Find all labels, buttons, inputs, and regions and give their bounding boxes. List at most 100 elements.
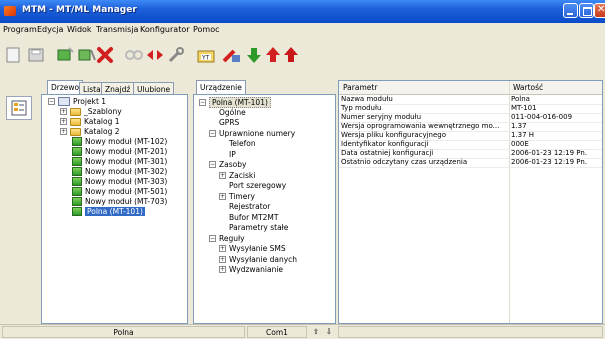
tab-drzewo[interactable]: Drzewo bbox=[47, 80, 84, 95]
device-tree-item[interactable]: Bufor MT2MT bbox=[229, 213, 278, 222]
grid-header: Parametr Wartość bbox=[339, 81, 602, 95]
menu-bar: Program Edycja Widok Transmisja Konfigur… bbox=[0, 23, 605, 37]
expand-icon[interactable]: + bbox=[60, 128, 67, 135]
download-button[interactable] bbox=[244, 45, 264, 65]
menu-program[interactable]: Program bbox=[3, 25, 37, 34]
project-tree-item[interactable]: Nowy moduł (MT-303) bbox=[72, 177, 167, 186]
side-panel-button[interactable] bbox=[6, 96, 32, 120]
collapse-icon[interactable]: − bbox=[199, 99, 206, 106]
expand-icon[interactable]: + bbox=[219, 245, 226, 252]
menu-pomoc[interactable]: Pomoc bbox=[193, 25, 220, 34]
parameter-value: 1.37 bbox=[511, 122, 527, 130]
project-tree: − Projekt 1 + _Szablony + Katalog 1 + Katalog 2… bbox=[41, 94, 188, 324]
delete-icon bbox=[97, 47, 113, 63]
device-tree-item[interactable]: − Zasoby bbox=[209, 160, 246, 169]
device-tree-item[interactable]: + Timery bbox=[219, 192, 255, 201]
project-tree-label: Nowy moduł (MT-501) bbox=[85, 187, 168, 196]
project-tree-item[interactable]: + _Szablony bbox=[60, 107, 122, 116]
parameter-value: 2006-01-23 12:19 Pn. bbox=[511, 149, 588, 157]
link-button[interactable] bbox=[124, 45, 144, 65]
module-icon bbox=[72, 147, 82, 156]
device-tree-item[interactable]: + Wysyłanie danych bbox=[219, 255, 297, 264]
parameter-name: Wersja pliku konfiguracyjnego bbox=[341, 131, 447, 139]
project-tree-label: _Szablony bbox=[84, 107, 122, 116]
device-tree-label: Parametry stałe bbox=[229, 223, 289, 232]
device-tree-item[interactable]: Parametry stałe bbox=[229, 223, 288, 232]
column-header-wartosc[interactable]: Wartość bbox=[513, 83, 543, 92]
delete-button[interactable] bbox=[95, 45, 115, 65]
module-add-button[interactable] bbox=[55, 45, 75, 65]
link-icon bbox=[125, 50, 143, 60]
upload-alt-arrow-icon bbox=[284, 47, 298, 62]
expand-icon[interactable]: + bbox=[60, 108, 67, 115]
tool-button[interactable] bbox=[166, 45, 186, 65]
project-icon bbox=[58, 97, 70, 106]
device-tree-item[interactable]: − Uprawnione numery bbox=[209, 129, 295, 138]
transfer-up-icon: ⇧ bbox=[312, 327, 320, 336]
unlink-button[interactable] bbox=[145, 45, 165, 65]
project-tree-item[interactable]: Nowy moduł (MT-703) bbox=[72, 197, 167, 206]
tab-urzadzenie[interactable]: Urządzenie bbox=[196, 80, 246, 95]
status-bar: Polna Com1 ⇧ ⇩ bbox=[0, 324, 605, 339]
device-tree-item[interactable]: − Polna (MT-101) bbox=[199, 97, 271, 108]
collapse-icon[interactable]: − bbox=[48, 98, 55, 105]
close-button[interactable]: ✕ bbox=[594, 3, 605, 18]
device-tree-item[interactable]: Ogólne bbox=[219, 108, 246, 117]
module-add-icon bbox=[57, 47, 74, 61]
device-tree-item[interactable]: GPRS bbox=[219, 118, 239, 127]
device-tree-item[interactable]: + Wydzwanianie bbox=[219, 265, 283, 274]
upload-alt-button[interactable] bbox=[281, 45, 301, 65]
device-tree-label: GPRS bbox=[219, 118, 240, 127]
parameter-name: Data ostatniej konfiguracji bbox=[341, 149, 434, 157]
device-tree-label: Telefon bbox=[229, 139, 256, 148]
save-button[interactable] bbox=[26, 45, 46, 65]
project-tree-item[interactable]: Nowy moduł (MT-102) bbox=[72, 137, 167, 146]
parameter-value: 2006-01-23 12:19 Pn. bbox=[511, 158, 588, 166]
device-tree-item[interactable]: + Wysyłanie SMS bbox=[219, 244, 286, 253]
collapse-icon[interactable]: − bbox=[209, 234, 216, 242]
title-bar: MTM - MT/ML Manager ✕ bbox=[0, 0, 605, 23]
project-tree-item[interactable]: Nowy moduł (MT-501) bbox=[72, 187, 167, 196]
expand-icon[interactable]: + bbox=[219, 192, 226, 200]
project-tree-item[interactable]: Nowy moduł (MT-301) bbox=[72, 157, 167, 166]
upload-button[interactable] bbox=[263, 45, 283, 65]
parameter-value: 000E bbox=[511, 140, 529, 148]
project-tree-item[interactable]: Polna (MT-101) bbox=[72, 207, 145, 216]
folder-icon bbox=[70, 127, 81, 136]
project-tree-item[interactable]: + Katalog 2 bbox=[60, 127, 120, 136]
collapse-icon[interactable]: − bbox=[209, 129, 216, 137]
project-tree-item[interactable]: + Katalog 1 bbox=[60, 117, 120, 126]
device-tree-item[interactable]: − Reguły bbox=[209, 234, 245, 243]
expand-icon[interactable]: + bbox=[60, 118, 67, 125]
properties-icon bbox=[11, 100, 27, 116]
menu-widok[interactable]: Widok bbox=[67, 25, 92, 34]
menu-transmisja[interactable]: Transmisja bbox=[96, 25, 138, 34]
project-tree-item[interactable]: Nowy moduł (MT-302) bbox=[72, 167, 167, 176]
expand-icon[interactable]: + bbox=[219, 255, 226, 263]
project-tree-label: Nowy moduł (MT-102) bbox=[85, 137, 168, 146]
device-tree-label: Zasoby bbox=[219, 160, 247, 169]
device-tree-item[interactable]: Port szeregowy bbox=[229, 181, 286, 190]
module-remove-button[interactable] bbox=[76, 45, 96, 65]
project-tree-item[interactable]: − Projekt 1 bbox=[48, 97, 106, 106]
new-document-button[interactable] bbox=[3, 45, 23, 65]
grid-row[interactable]: Ostatnio odczytany czas urządzenia 2006-0… bbox=[339, 158, 602, 168]
device-tree-item[interactable]: Telefon bbox=[229, 139, 256, 148]
menu-konfigurator[interactable]: Konfigurator bbox=[140, 25, 190, 34]
expand-icon[interactable]: + bbox=[219, 171, 226, 179]
device-tree-item[interactable]: + Zaciski bbox=[219, 171, 255, 180]
module-remove-icon bbox=[78, 49, 96, 61]
menu-edycja[interactable]: Edycja bbox=[37, 25, 63, 34]
device-tree-item[interactable]: IP bbox=[229, 150, 236, 159]
column-header-parametr[interactable]: Parametr bbox=[343, 83, 377, 92]
minimize-button[interactable] bbox=[563, 3, 578, 18]
close-icon: ✕ bbox=[597, 4, 605, 15]
yt-folder-button[interactable]: YT bbox=[196, 45, 216, 65]
send-button[interactable] bbox=[222, 45, 242, 65]
status-empty bbox=[338, 326, 603, 338]
maximize-button[interactable] bbox=[579, 3, 594, 18]
collapse-icon[interactable]: − bbox=[209, 161, 216, 168]
project-tree-item[interactable]: Nowy moduł (MT-201) bbox=[72, 147, 167, 156]
expand-icon[interactable]: + bbox=[219, 266, 226, 273]
device-tree-item[interactable]: Rejestrator bbox=[229, 202, 270, 211]
